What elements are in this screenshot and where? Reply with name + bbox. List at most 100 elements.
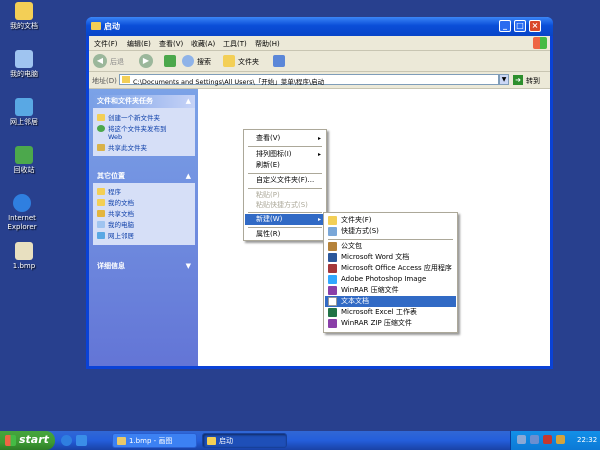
photoshop-icon (328, 275, 337, 284)
collapse-chevron-icon[interactable]: ▲ (186, 170, 191, 183)
panel-title: 其它位置 (97, 172, 125, 180)
address-field[interactable]: C:\Documents and Settings\All Users\「开始」… (119, 74, 499, 86)
details-header[interactable]: 详细信息 ▼ (93, 260, 195, 273)
menu-item-label: 自定义文件夹(F)... (256, 176, 315, 184)
word-document-icon (328, 253, 337, 262)
address-value: C:\Documents and Settings\All Users\「开始」… (133, 78, 325, 86)
winrar-icon (328, 286, 337, 295)
new-item-word-document[interactable]: Microsoft Word 文档 (325, 252, 456, 263)
maximize-button[interactable]: □ (514, 20, 526, 32)
new-item-winrar[interactable]: WinRAR 压缩文件 (325, 285, 456, 296)
context-item-refresh[interactable]: 刷新(E) (245, 160, 325, 171)
task-share-folder[interactable]: 共享此文件夹 (97, 142, 147, 152)
task-publish-web[interactable]: 将这个文件夹发布到 Web (97, 123, 167, 141)
context-item-properties[interactable]: 属性(R) (245, 229, 325, 240)
views-icon[interactable] (273, 55, 285, 67)
desktop-icon-my-computer[interactable]: 我的电脑 (2, 50, 46, 79)
file-folder-tasks-body: 创建一个新文件夹 将这个文件夹发布到 Web 共享此文件夹 (93, 108, 195, 156)
go-button[interactable]: 转到 (526, 76, 540, 86)
collapse-chevron-icon[interactable]: ▲ (186, 95, 191, 108)
folders-button[interactable]: 文件夹 (238, 57, 259, 67)
shield-tray-icon[interactable] (556, 435, 565, 444)
file-folder-tasks-header[interactable]: 文件和文件夹任务 ▲ (93, 95, 195, 108)
desktop-icon-recycle-bin[interactable]: 回收站 (2, 146, 46, 175)
new-item-access[interactable]: Microsoft Office Access 应用程序 (325, 263, 456, 274)
menu-file[interactable]: 文件(F) (94, 39, 118, 49)
start-button[interactable]: start (0, 431, 55, 450)
place-label: 我的电脑 (108, 221, 134, 229)
menu-view[interactable]: 查看(V) (159, 39, 183, 49)
quicklaunch-desktop-icon[interactable] (76, 435, 87, 446)
back-button[interactable]: 后退 (110, 57, 124, 67)
context-item-customize[interactable]: 自定义文件夹(F)... (245, 175, 325, 186)
new-item-folder[interactable]: 文件夹(F) (325, 215, 456, 226)
title-bar[interactable]: 启动 _ □ × (86, 17, 553, 36)
menu-edit[interactable]: 编辑(E) (127, 39, 151, 49)
place-my-documents[interactable]: 我的文档 (97, 197, 134, 207)
menu-item-label: 文本文档 (341, 297, 369, 305)
place-network[interactable]: 网上邻居 (97, 230, 134, 240)
menu-favorites[interactable]: 收藏(A) (191, 39, 215, 49)
address-label: 地址(D) (92, 77, 117, 85)
menu-item-label: Microsoft Office Access 应用程序 (341, 264, 452, 272)
desktop-icon-label: 1.bmp (12, 262, 36, 270)
search-icon[interactable] (182, 55, 194, 67)
place-my-computer[interactable]: 我的电脑 (97, 219, 134, 229)
new-item-winrar-zip[interactable]: WinRAR ZIP 压缩文件 (325, 318, 456, 329)
menu-item-label: Microsoft Word 文档 (341, 253, 410, 261)
desktop-icon-bitmap[interactable]: 1.bmp (2, 242, 46, 271)
network-places-icon (15, 98, 33, 116)
place-label: 程序 (108, 188, 121, 196)
back-arrow-icon[interactable]: ◀ (93, 54, 107, 68)
menu-item-label: 公文包 (341, 242, 362, 250)
address-dropdown-button[interactable]: ▼ (499, 74, 509, 85)
new-item-shortcut[interactable]: 快捷方式(S) (325, 226, 456, 237)
network-tray-icon[interactable] (517, 435, 526, 444)
expand-chevron-icon[interactable]: ▼ (186, 260, 191, 273)
minimize-button[interactable]: _ (499, 20, 511, 32)
place-shared-documents[interactable]: 共享文档 (97, 208, 134, 218)
menu-separator (248, 146, 322, 147)
desktop-icon-internet-explorer[interactable]: Internet Explorer (0, 194, 44, 232)
up-folder-icon[interactable] (164, 55, 176, 67)
folders-icon[interactable] (223, 55, 235, 67)
context-item-view[interactable]: 查看(V) ▸ (245, 133, 325, 144)
taskbar: start 1.bmp - 画图 启动 22:32 (0, 431, 600, 450)
place-programs[interactable]: 程序 (97, 186, 121, 196)
other-places-header[interactable]: 其它位置 ▲ (93, 170, 195, 183)
paint-icon (117, 437, 126, 445)
task-button-paint[interactable]: 1.bmp - 画图 (112, 433, 197, 448)
clock[interactable]: 22:32 (577, 436, 597, 444)
task-new-folder[interactable]: 创建一个新文件夹 (97, 112, 160, 122)
menu-separator (328, 239, 453, 240)
publish-web-icon (97, 125, 105, 132)
search-button[interactable]: 搜索 (197, 57, 211, 67)
context-item-new[interactable]: 新建(W) ▸ (245, 214, 325, 225)
volume-tray-icon[interactable] (530, 435, 539, 444)
excel-icon (328, 308, 337, 317)
desktop-icon-my-documents[interactable]: 我的文档 (2, 2, 46, 31)
context-item-arrange-icons[interactable]: 排列图标(I) ▸ (245, 149, 325, 160)
new-item-text-document[interactable]: 文本文档 (325, 296, 456, 307)
close-button[interactable]: × (529, 20, 541, 32)
security-tray-icon[interactable] (543, 435, 552, 444)
desktop-icon-label: Internet Explorer (7, 214, 37, 231)
menu-tools[interactable]: 工具(T) (223, 39, 247, 49)
context-menu: 查看(V) ▸ 排列图标(I) ▸ 刷新(E) 自定义文件夹(F)... 粘贴(… (243, 129, 327, 241)
desktop-icon-network-places[interactable]: 网上邻居 (2, 98, 46, 127)
menu-help[interactable]: 帮助(H) (255, 39, 280, 49)
context-item-paste-shortcut: 粘贴快捷方式(S) (245, 200, 325, 211)
my-computer-icon (97, 221, 105, 228)
internet-explorer-icon (13, 194, 31, 212)
forward-arrow-icon[interactable]: ▶ (139, 54, 153, 68)
new-item-photoshop[interactable]: Adobe Photoshop Image (325, 274, 456, 285)
task-label: 创建一个新文件夹 (108, 114, 160, 122)
new-item-excel[interactable]: Microsoft Excel 工作表 (325, 307, 456, 318)
new-item-briefcase[interactable]: 公文包 (325, 241, 456, 252)
go-arrow-icon[interactable]: ➜ (513, 75, 523, 85)
folder-icon (122, 76, 130, 83)
quicklaunch-ie-icon[interactable] (61, 435, 72, 446)
place-label: 共享文档 (108, 210, 134, 218)
task-button-startup-folder[interactable]: 启动 (202, 433, 287, 448)
place-label: 我的文档 (108, 199, 134, 207)
